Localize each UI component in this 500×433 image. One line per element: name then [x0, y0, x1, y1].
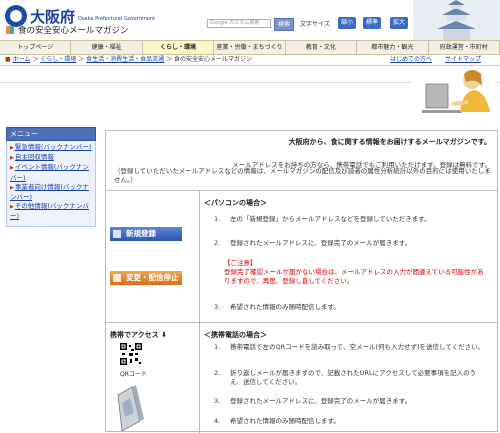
mobile-instructions: ＜携帯電話の場合＞ 1. 携帯電話で左のQRコードを読み取って、空メール(何も入力…	[200, 323, 497, 433]
sitemap-link[interactable]: サイトマップ	[445, 54, 481, 65]
woman-laptop-illustration	[412, 66, 497, 114]
breadcrumb-path: ■ ホーム ＞ くらし・環境 ＞ 食生活・消費生活・食品流通 ＞ 食の安全安心メ…	[5, 56, 252, 63]
tab-education-culture[interactable]: 教育・文化	[286, 41, 358, 54]
mobile-step-4: 4. 希望された情報のみ随時配信します。	[214, 417, 340, 425]
bullet-icon: ▶	[10, 204, 14, 211]
sidebar-item-emergency: ▶緊急情報(バックナンバー)	[7, 143, 95, 153]
home-icon: ■	[5, 56, 11, 63]
mobile-step-1: 1. 携帯電話で左のQRコードを読み取って、空メール(何も入力せず)を送信してくだ…	[214, 343, 485, 351]
bullet-icon: ▶	[10, 145, 14, 151]
sidebar-item-other: ▶その他情報(バックナンバー)	[7, 202, 95, 221]
breadcrumb: ■ ホーム ＞ くらし・環境 ＞ 食生活・消費生活・食品流通 ＞ 食の安全安心メ…	[0, 54, 500, 66]
page-title: 食の安全安心メールマガジン	[6, 24, 129, 36]
breadcrumb-living[interactable]: くらし・環境	[40, 56, 76, 63]
sidebar-item-business: ▶事業者向け情報(バックナンバー)	[7, 183, 95, 202]
sidebar-header: メニュー	[6, 127, 96, 141]
caution-title: 【ご注意】	[224, 259, 257, 267]
font-size-standard-button[interactable]: 標準	[363, 17, 382, 29]
bullet-icon: ▶	[10, 155, 14, 162]
mobile-step-2: 2. 折り返しメールが届きますので、記載されたURLにアクセスして必要事項を記入の…	[214, 369, 477, 386]
sidebar-link-event[interactable]: イベント情報(バックナンバー)	[10, 163, 89, 181]
tab-health-welfare[interactable]: 健康・福祉	[71, 41, 143, 54]
osaka-castle-icon	[413, 0, 500, 40]
sidebar-menu: メニュー ▶緊急情報(バックナンバー) ▶自主回収情報 ▶イベント情報(バックナ…	[6, 127, 96, 227]
sidebar-link-other[interactable]: その他情報(バックナンバー)	[10, 202, 89, 220]
main-content: 大阪府から、食に関する情報をお届けするメールマガジンです。 メールアドレスをお持…	[105, 130, 498, 433]
bullet-icon: ▶	[10, 165, 14, 172]
bullet-icon: ▶	[10, 184, 14, 191]
mobile-step-3: 3. 登録されたメールアドレスに、登録完了のメールが届きます。	[214, 397, 412, 405]
caution-text: 登録完了確認メールが届かない場合は、メールアドレスの入力が間違えている可能性があ…	[224, 268, 484, 285]
mobile-access-column: 携帯でアクセス ⬇ QRコード	[106, 323, 200, 433]
pc-heading: ＜パソコンの場合＞	[204, 199, 267, 207]
global-nav: トップページ 健康・福祉 くらし・環境 産業・労働・まちづくり 教育・文化 都市…	[0, 40, 500, 55]
intro-heading: 大阪府から、食に関する情報をお届けするメールマガジンです。	[288, 138, 491, 146]
pc-buttons-column: 新規登録 変更・配信停止	[106, 191, 200, 322]
tab-city-tourism[interactable]: 都市魅力・観光	[357, 41, 429, 54]
pc-step-3: 3. 希望された情報のみ随時配信します。	[214, 303, 340, 311]
font-size-label: 文字サイズ	[300, 21, 330, 28]
tab-industry-labor[interactable]: 産業・労働・まちづくり	[214, 41, 286, 54]
pc-section: 新規登録 変更・配信停止 ＜パソコンの場合＞ 1. 左の「新規登録」からメールアド…	[106, 190, 497, 322]
change-unsubscribe-button[interactable]: 変更・配信停止	[110, 271, 182, 285]
mobile-section: 携帯でアクセス ⬇ QRコード ＜携帯電話の場合＞ 1. 携帯電話で左のQRコード…	[106, 322, 497, 433]
tab-top[interactable]: トップページ	[0, 41, 72, 54]
sidebar-link-recall[interactable]: 自主回収情報	[15, 153, 54, 161]
pc-step-1: 1. 左の「新規登録」からメールアドレスなどを登録していただきます。	[214, 215, 431, 223]
qr-code-icon[interactable]	[120, 343, 142, 365]
first-visit-link[interactable]: はじめての方へ	[390, 54, 432, 65]
mobile-phone-icon	[117, 385, 144, 432]
search-input[interactable]: Google カスタム検索	[207, 19, 271, 28]
caution-note: 【ご注意】 登録完了確認メールが届かない場合は、メールアドレスの入力が間違えてい…	[224, 259, 487, 286]
tab-government[interactable]: 府政運営・市町村	[429, 41, 500, 54]
title-icon	[6, 26, 14, 34]
logo-text-en: Osaka Prefectural Government	[78, 16, 156, 22]
tab-living-environment[interactable]: くらし・環境	[142, 41, 215, 54]
mobile-access-label: 携帯でアクセス ⬇	[110, 331, 167, 339]
font-size-large-button[interactable]: 拡大	[390, 17, 409, 29]
qr-code-label: QRコード	[120, 371, 147, 378]
pc-step-2: 2. 登録されたメールアドレスに、登録完了のメールが届きます。	[214, 239, 412, 247]
breadcrumb-current: 食の安全安心メールマガジン	[173, 56, 252, 63]
privacy-note: （登録していただいたメールアドレスなどの情報は、メールマガジンの配信及び読者の属…	[114, 167, 491, 184]
breadcrumb-food[interactable]: 食生活・消費生活・食品流通	[86, 56, 164, 63]
sidebar-item-event: ▶イベント情報(バックナンバー)	[7, 163, 95, 182]
new-registration-button[interactable]: 新規登録	[110, 227, 182, 241]
sidebar-link-emergency[interactable]: 緊急情報(バックナンバー)	[15, 143, 92, 151]
font-size-small-button[interactable]: 縮小	[338, 17, 357, 29]
pc-instructions: ＜パソコンの場合＞ 1. 左の「新規登録」からメールアドレスなどを登録していただき…	[200, 191, 497, 322]
mobile-heading: ＜携帯電話の場合＞	[204, 331, 267, 339]
sidebar-item-recall: ▶自主回収情報	[7, 153, 95, 163]
sidebar-link-business[interactable]: 事業者向け情報(バックナンバー)	[10, 183, 89, 201]
page-title-text: 食の安全安心メールマガジン	[18, 26, 129, 36]
search-button[interactable]: 検索	[274, 18, 295, 31]
breadcrumb-home[interactable]: ホーム	[13, 56, 31, 63]
